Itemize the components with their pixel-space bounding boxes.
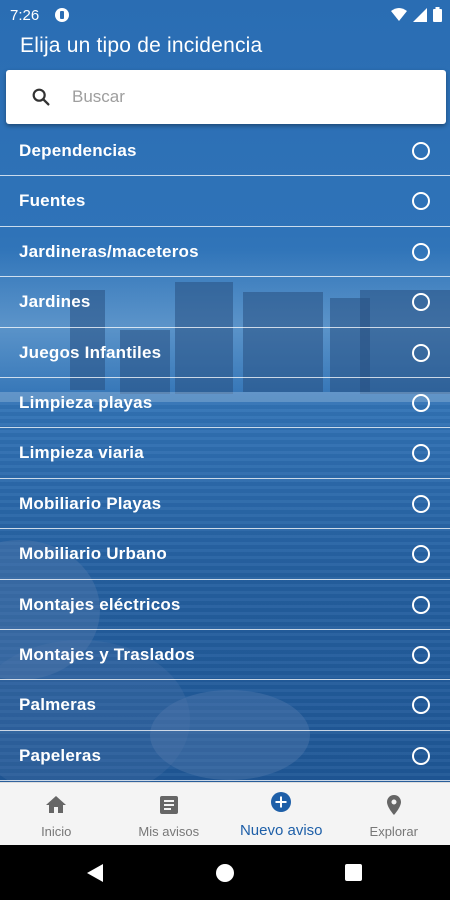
list-item-label: Mobiliario Playas (19, 493, 162, 513)
search-input[interactable] (72, 82, 422, 112)
cellular-signal-icon (413, 7, 427, 22)
nav-mis-avisos[interactable]: Mis avisos (113, 783, 226, 845)
list-item[interactable]: Juegos Infantiles (0, 328, 450, 378)
list-item[interactable]: Dependencias (0, 126, 450, 177)
radio-button[interactable] (412, 746, 430, 765)
system-navigation-bar (0, 845, 450, 900)
radio-button[interactable] (412, 293, 430, 312)
list-item-label: Papeleras (19, 745, 102, 765)
radio-button[interactable] (412, 343, 430, 362)
list-item-label: Montajes eléctricos (19, 594, 181, 614)
nav-label: Mis avisos (138, 824, 200, 839)
nav-label: Explorar (369, 824, 418, 839)
recent-apps-icon[interactable] (345, 864, 362, 881)
incident-type-list: Dependencias Fuentes Jardineras/macetero… (0, 126, 450, 782)
list-item[interactable]: Jardineras/maceteros (0, 227, 450, 278)
page-title: Elija un tipo de incidencia (20, 34, 263, 57)
list-item-label: Montajes y Traslados (19, 644, 195, 664)
battery-icon (433, 7, 442, 22)
list-item[interactable]: Mobiliario Urbano (0, 529, 450, 580)
list-item[interactable]: Palmeras (0, 680, 450, 731)
bottom-navigation: Inicio Mis avisos Nuevo aviso Explorar (0, 782, 450, 845)
radio-button[interactable] (412, 192, 430, 211)
nav-label: Nuevo aviso (239, 822, 323, 839)
home-button-icon[interactable] (216, 864, 234, 882)
home-icon (46, 796, 67, 813)
radio-button[interactable] (412, 494, 430, 513)
nav-nuevo-aviso[interactable]: Nuevo aviso (225, 783, 338, 845)
list-item[interactable]: Limpieza playas (0, 378, 450, 429)
add-circle-icon (271, 792, 292, 812)
list-item[interactable]: Jardines (0, 277, 450, 328)
radio-button[interactable] (412, 393, 430, 412)
radio-button[interactable] (412, 142, 430, 160)
list-item[interactable]: Montajes eléctricos (0, 580, 450, 630)
list-item[interactable]: Montajes y Traslados (0, 630, 450, 681)
list-item-label: Dependencias (19, 141, 137, 160)
status-bar: 7:26 (0, 0, 450, 30)
list-item[interactable]: Mobiliario Playas (0, 479, 450, 530)
list-item[interactable]: Papeleras (0, 731, 450, 782)
list-item-label: Palmeras (19, 695, 97, 715)
nav-label: Inicio (41, 824, 72, 839)
list-item-label: Limpieza viaria (19, 443, 144, 463)
nav-inicio[interactable]: Inicio (0, 783, 113, 845)
radio-button[interactable] (412, 696, 430, 715)
list-item[interactable]: Limpieza viaria (0, 428, 450, 479)
list-item-label: Fuentes (19, 191, 86, 211)
list-item-label: Jardines (19, 292, 91, 312)
radio-button[interactable] (412, 545, 430, 564)
search-bar[interactable] (6, 70, 446, 124)
status-time: 7:26 (10, 7, 40, 24)
document-icon (159, 796, 178, 814)
radio-button[interactable] (412, 444, 430, 463)
radio-button[interactable] (412, 645, 430, 664)
radio-button[interactable] (412, 242, 430, 261)
list-item-label: Limpieza playas (19, 392, 153, 412)
list-item-label: Juegos Infantiles (19, 342, 162, 362)
nav-explorar[interactable]: Explorar (338, 783, 450, 845)
back-icon[interactable] (86, 863, 104, 883)
list-item-label: Mobiliario Urbano (19, 544, 167, 564)
list-item[interactable]: Fuentes (0, 176, 450, 227)
search-icon (32, 88, 50, 106)
wifi-icon (391, 7, 407, 21)
location-pin-icon (386, 795, 401, 815)
radio-button[interactable] (412, 595, 430, 614)
notification-icon (55, 8, 69, 22)
list-item-label: Jardineras/maceteros (19, 241, 199, 261)
